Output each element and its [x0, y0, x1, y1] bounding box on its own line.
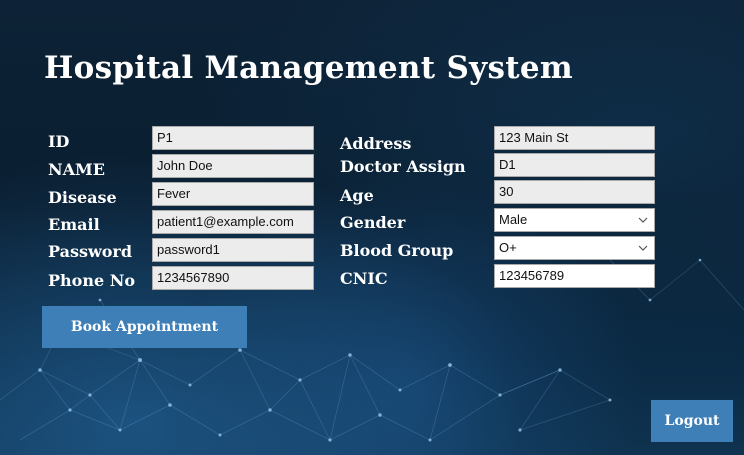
address-field[interactable]: 123 Main St	[494, 126, 655, 150]
id-field[interactable]: P1	[152, 126, 314, 150]
phone-label: Phone No	[48, 271, 136, 290]
age-field[interactable]: 30	[494, 180, 655, 204]
password-field[interactable]: password1	[152, 238, 314, 262]
blood-group-select[interactable]: O+	[494, 236, 655, 260]
phone-field[interactable]: 1234567890	[152, 266, 314, 290]
chevron-down-icon	[638, 217, 648, 223]
gender-label: Gender	[340, 213, 406, 232]
chevron-down-icon	[638, 245, 648, 251]
password-label: Password	[48, 242, 133, 261]
email-field[interactable]: patient1@example.com	[152, 210, 314, 234]
disease-field[interactable]: Fever	[152, 182, 314, 206]
doctor-assign-label: Doctor Assign	[340, 157, 466, 176]
blood-group-value: O+	[499, 240, 517, 255]
gender-value: Male	[499, 212, 528, 227]
id-label: ID	[48, 132, 70, 151]
email-label: Email	[48, 215, 100, 234]
age-label: Age	[340, 186, 374, 205]
disease-label: Disease	[48, 188, 117, 207]
gender-select[interactable]: Male	[494, 208, 655, 232]
name-field[interactable]: John Doe	[152, 154, 314, 178]
name-label: NAME	[48, 160, 105, 179]
doctor-assign-field[interactable]: D1	[494, 153, 655, 177]
page-title: Hospital Management System	[44, 50, 573, 86]
book-appointment-button[interactable]: Book Appointment	[42, 306, 247, 348]
address-label: Address	[340, 134, 412, 153]
cnic-field[interactable]: 123456789	[494, 264, 655, 288]
cnic-label: CNIC	[340, 269, 388, 288]
blood-group-label: Blood Group	[340, 241, 454, 260]
logout-button[interactable]: Logout	[651, 400, 733, 442]
